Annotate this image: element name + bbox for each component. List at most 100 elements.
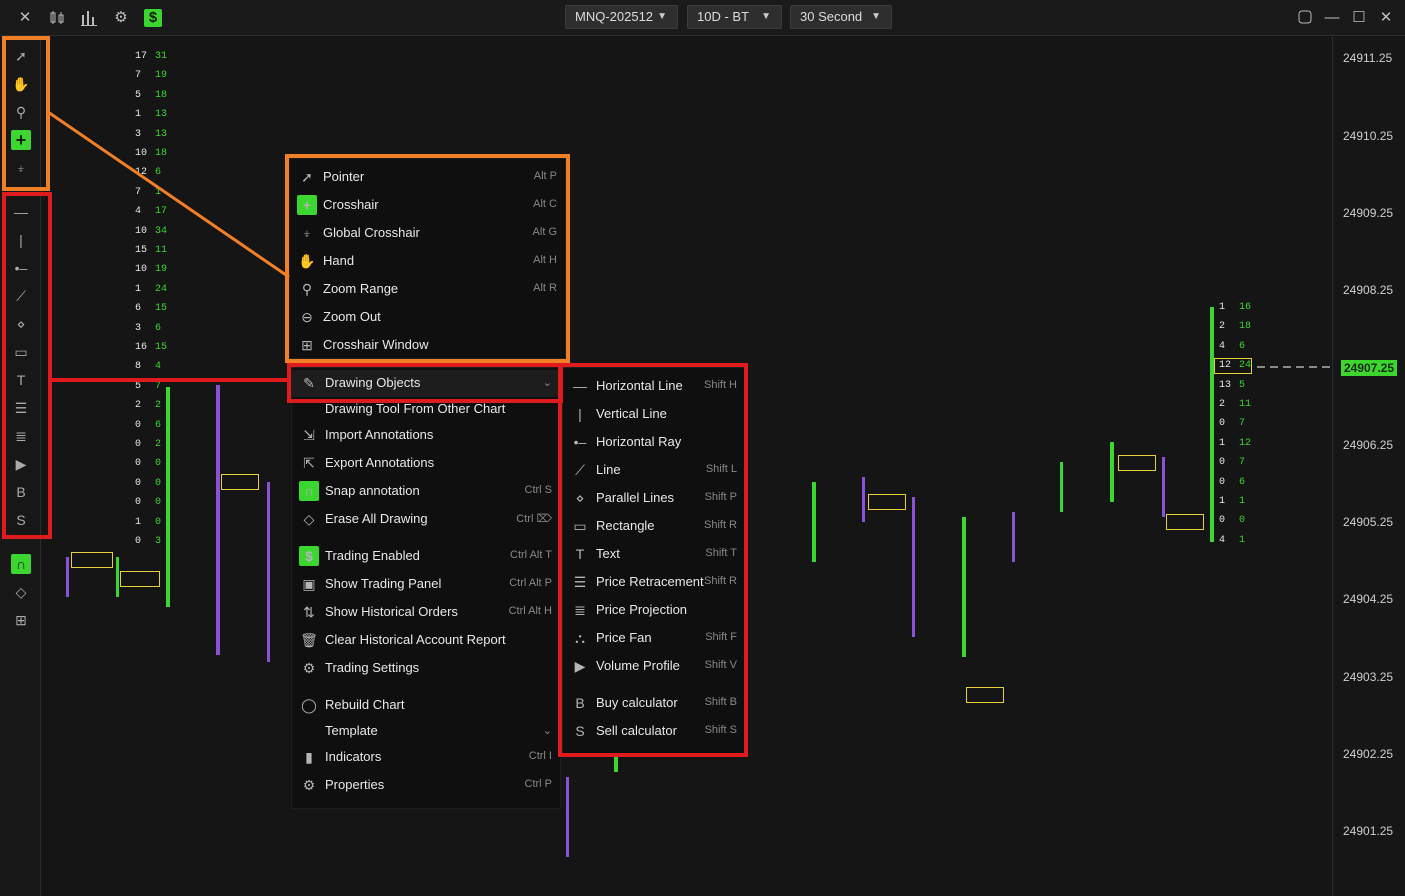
footprint-bid: 7 [135, 186, 142, 198]
highlight-box-pointer-menu [285, 154, 570, 363]
menu-item-show-trading-panel[interactable]: ▣ Show Trading Panel Ctrl Alt P [292, 571, 560, 597]
interval-select[interactable]: 30 Second ▼ [790, 5, 892, 29]
footprint-ask: 31 [155, 51, 168, 62]
menu-item-label: Properties [325, 777, 385, 792]
footprint-bid: 2 [1219, 399, 1226, 410]
candle [66, 557, 69, 597]
footprint-ask: 2 [155, 439, 162, 450]
candle [912, 497, 915, 637]
footprint-bid: 1 [1219, 496, 1226, 507]
magnet-icon[interactable]: ∩ [11, 554, 31, 574]
price-label: 24905.25 [1343, 515, 1394, 529]
dollar-icon[interactable]: $ [144, 9, 162, 27]
trash-icon: 🗑 [300, 632, 318, 648]
highlight-box-drawing-objects [287, 363, 563, 403]
eraser-icon[interactable]: ◇ [11, 582, 31, 602]
poc-box [1118, 455, 1156, 471]
footprint-bid: 4 [1219, 534, 1226, 546]
footprint-ask: 6 [1239, 340, 1246, 352]
menu-item-label: Trading Enabled [325, 548, 420, 563]
candle [116, 557, 119, 597]
menu-item-label: Clear Historical Account Report [325, 632, 506, 647]
current-price-label: 24907.25 [1341, 360, 1397, 376]
menu-item-label: Rebuild Chart [325, 697, 405, 712]
highlight-box-pointer-tools [2, 36, 50, 191]
footprint-ask: 1 [1239, 534, 1246, 546]
chart-context-menu: ✎ Drawing Objects ⌄ Drawing Tool From Ot… [291, 367, 561, 809]
menu-item-template[interactable]: Template ⌄ [292, 718, 560, 744]
footprint-ask: 13 [155, 128, 168, 140]
refresh-icon: ◯ [301, 697, 317, 713]
candle [1162, 457, 1165, 517]
menu-item-indicators[interactable]: ▮ Indicators Ctrl I [292, 744, 560, 770]
export-icon: ⇱ [303, 455, 315, 471]
menu-item-import-annotations[interactable]: ⇲ Import Annotations [292, 422, 560, 448]
menu-item-show-historical-orders[interactable]: ⇅ Show Historical Orders Ctrl Alt H [292, 599, 560, 625]
maximize-icon[interactable]: ☐ [1350, 9, 1368, 27]
footprint-ask: 17 [155, 206, 168, 218]
shortcut-label: Ctrl ⌦ [516, 513, 552, 525]
chevron-down-icon: ▼ [871, 11, 881, 22]
price-label: 24906.25 [1343, 438, 1394, 452]
price-label: 24904.25 [1343, 592, 1394, 606]
minimize-icon[interactable]: — [1323, 9, 1341, 27]
footprint-bid: 1 [135, 516, 142, 528]
menu-item-label: Show Historical Orders [325, 604, 458, 619]
footprint-ask: 11 [155, 245, 168, 256]
gear-icon[interactable]: ⚙ [112, 9, 130, 27]
magnet-icon: ∩ [299, 481, 319, 501]
footprint-bid: 1 [1219, 437, 1226, 449]
footprint-ask: 3 [155, 536, 162, 547]
shortcut-label: Ctrl Alt P [509, 577, 552, 589]
candles-icon[interactable] [48, 9, 66, 27]
footprint-ask: 1 [1239, 496, 1246, 507]
footprint-bid: 17 [135, 51, 148, 62]
footprint-bid: 12 [135, 167, 148, 179]
shortcut-label: Ctrl S [524, 484, 553, 496]
price-axis[interactable]: 24911.25 24910.25 24909.25 24908.25 2490… [1332, 37, 1405, 896]
symbol-select[interactable]: MNQ-202512 ▼ [565, 5, 678, 29]
menu-item-trading-enabled[interactable]: $ Trading Enabled Ctrl Alt T [292, 543, 560, 569]
candle [812, 482, 816, 562]
menu-item-clear-historical-account-report[interactable]: 🗑 Clear Historical Account Report [292, 627, 560, 653]
candle [962, 517, 966, 657]
footprint-ask: 6 [155, 167, 162, 179]
menu-item-export-annotations[interactable]: ⇱ Export Annotations [292, 450, 560, 476]
window-close-icon[interactable]: ✕ [1377, 9, 1395, 27]
shortcut-label: Ctrl Alt H [508, 605, 552, 617]
footprint-bid: 15 [135, 245, 148, 256]
close-icon[interactable]: ✕ [16, 9, 34, 27]
menu-item-label: Export Annotations [325, 455, 435, 470]
footprint-bid: 16 [135, 342, 148, 353]
candle [862, 477, 865, 522]
footprint-bid: 0 [1219, 418, 1226, 430]
bars-icon[interactable] [80, 9, 98, 27]
footprint-bid: 5 [135, 380, 142, 392]
menu-item-label: Import Annotations [325, 427, 434, 442]
footprint-ask: 7 [155, 380, 162, 392]
footprint-ask: 0 [155, 477, 162, 489]
menu-item-snap-annotation[interactable]: ∩ Snap annotation Ctrl S [292, 478, 560, 504]
candle [166, 387, 170, 607]
footprint-bid: 10 [135, 148, 148, 159]
menu-item-erase-all-drawing[interactable]: ◇ Erase All Drawing Ctrl ⌦ [292, 506, 560, 532]
menu-item-rebuild-chart[interactable]: ◯ Rebuild Chart [292, 692, 560, 718]
footprint-ask: 7 [1239, 457, 1246, 469]
footprint-bid: 0 [135, 497, 142, 509]
period-select[interactable]: 10D - BT ▼ [687, 5, 782, 29]
menu-item-properties[interactable]: ⚙ Properties Ctrl P [292, 772, 560, 798]
price-label: 24902.25 [1343, 747, 1394, 761]
footprint-ask: 12 [1239, 437, 1252, 449]
shortcut-label: Ctrl Alt T [510, 549, 552, 561]
price-label: 24910.25 [1343, 129, 1394, 143]
add-window-icon[interactable]: ⊞ [11, 610, 31, 630]
menu-item-trading-settings[interactable]: ⚙ Trading Settings [292, 655, 560, 681]
menu-item-label: Trading Settings [325, 660, 420, 675]
footprint-ask: 7 [1239, 418, 1246, 430]
poc-box [71, 552, 113, 568]
footprint-ask: 24 [155, 283, 168, 295]
orders-icon: ⇅ [303, 604, 315, 620]
footprint-bid: 4 [135, 206, 142, 218]
restore-icon[interactable] [1296, 9, 1314, 27]
footprint-ask: 16 [1239, 302, 1252, 313]
